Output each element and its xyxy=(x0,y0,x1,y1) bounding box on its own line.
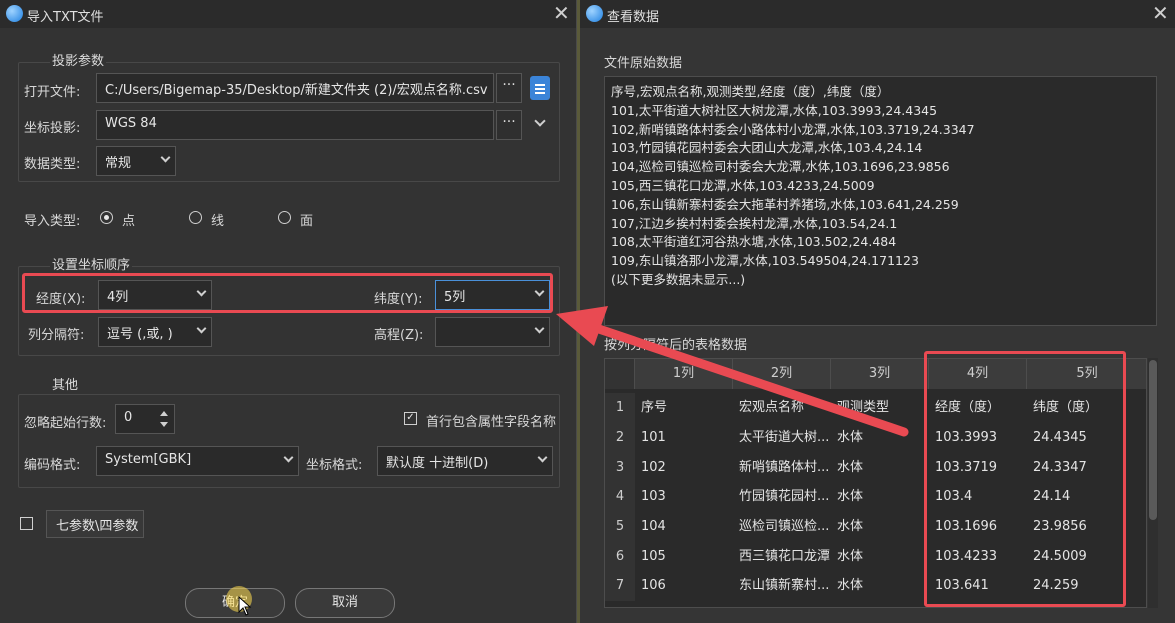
table-cell: 巡检司镇巡检... xyxy=(739,519,830,534)
coord-format-label: 坐标格式: xyxy=(306,458,363,473)
table-cell: 水体 xyxy=(837,578,864,593)
radio-line[interactable] xyxy=(189,211,202,224)
app-logo-icon xyxy=(6,5,23,22)
table-cell: 水体 xyxy=(837,519,864,534)
elevation-select[interactable] xyxy=(435,317,550,347)
browse-file-button[interactable]: ··· xyxy=(496,73,522,103)
radio-polygon[interactable] xyxy=(278,211,291,224)
row-number: 3 xyxy=(605,453,635,483)
row-number: 7 xyxy=(605,571,635,601)
crs-browse-button[interactable]: ··· xyxy=(496,110,522,140)
data-type-select[interactable]: 常规 xyxy=(96,146,176,176)
radio-line-label: 线 xyxy=(211,214,225,229)
lon-lat-columns-highlight-box xyxy=(924,351,1126,607)
data-type-label: 数据类型: xyxy=(24,157,81,172)
separator-label: 列分隔符: xyxy=(28,328,85,343)
table-cell: 水体 xyxy=(837,549,864,564)
encoding-value: System[GBK] xyxy=(105,452,192,467)
raw-line: 101,太平街道大树社区大树龙潭,水体,103.3993,24.4345 xyxy=(611,102,938,118)
raw-line: 序号,宏观点名称,观测类型,经度（度）,纬度（度） xyxy=(611,84,890,99)
raw-line: 109,东山镇洛那小龙潭,水体,103.549504,24.171123 xyxy=(611,253,919,269)
scrollbar-thumb[interactable] xyxy=(1149,360,1157,520)
raw-line: 103,竹园镇花园村委会大团山大龙潭,水体,103.4,24.14 xyxy=(611,140,923,156)
table-cell: 水体 xyxy=(837,460,864,475)
table-cell: 新哨镇路体村... xyxy=(739,460,830,475)
seven-params-button[interactable]: 七参数\四参数 xyxy=(46,510,144,538)
coord-format-select[interactable]: 默认度 十进制(D) xyxy=(377,446,553,476)
encoding-label: 编码格式: xyxy=(24,458,81,473)
projection-group-label: 投影参数 xyxy=(50,50,107,69)
close-icon[interactable]: ✕ xyxy=(553,2,570,24)
coord-order-group-label: 设置坐标顺序 xyxy=(50,254,133,273)
mouse-cursor-icon xyxy=(238,596,252,616)
left-dialog-title: 导入TXT文件 xyxy=(27,10,104,25)
raw-line: 108,太平街道红河谷热水塘,水体,103.502,24.484 xyxy=(611,234,897,250)
raw-line: (以下更多数据未显示...) xyxy=(611,271,746,287)
chevron-down-icon xyxy=(534,323,545,334)
chevron-down-icon xyxy=(283,452,294,463)
app-logo-icon xyxy=(586,5,603,22)
table-cell: 105 xyxy=(641,549,666,564)
elevation-label: 高程(Z): xyxy=(374,328,424,343)
right-title-bar[interactable]: 查看数据 ✕ xyxy=(580,0,1175,28)
row-number: 6 xyxy=(605,542,635,572)
table-cell: 竹园镇花园村... xyxy=(739,489,830,504)
close-icon[interactable]: ✕ xyxy=(1152,2,1169,24)
skip-rows-label: 忽略起始行数: xyxy=(24,416,107,431)
radio-point-label: 点 xyxy=(122,214,136,229)
row-number: 5 xyxy=(605,512,635,542)
raw-line: 106,东山镇新寨村委会大拖革村养猪场,水体,103.641,24.259 xyxy=(611,196,959,212)
other-group-label: 其他 xyxy=(50,374,81,393)
raw-line: 104,巡检司镇巡检司村委会大龙潭,水体,103.1696,23.9856 xyxy=(611,159,950,175)
import-type-label: 导入类型: xyxy=(24,214,81,229)
radio-point[interactable] xyxy=(100,211,113,224)
raw-data-box[interactable]: 序号,宏观点名称,观测类型,经度（度）,纬度（度） 101,太平街道大树社区大树… xyxy=(604,76,1157,326)
table-cell: 102 xyxy=(641,460,666,475)
chevron-down-icon xyxy=(537,452,548,463)
table-cell: 103 xyxy=(641,489,666,504)
header-row-label: 首行包含属性字段名称 xyxy=(426,415,557,430)
left-title-bar[interactable]: 导入TXT文件 ✕ xyxy=(0,0,576,28)
header-row-checkbox[interactable]: ✓ xyxy=(404,412,417,425)
skip-rows-spinbox[interactable]: 0 xyxy=(115,404,175,434)
seven-params-checkbox[interactable] xyxy=(20,517,33,530)
coord-format-value: 默认度 十进制(D) xyxy=(386,456,489,471)
row-number: 4 xyxy=(605,482,635,512)
table-cell: 106 xyxy=(641,578,666,593)
data-type-value: 常规 xyxy=(105,156,132,171)
raw-data-label: 文件原始数据 xyxy=(604,56,683,71)
chevron-down-icon xyxy=(160,152,171,163)
separator-value: 逗号 (,或, ) xyxy=(107,327,173,342)
crs-field[interactable]: WGS 84 xyxy=(96,110,494,140)
table-cell: 西三镇花口龙潭 xyxy=(739,549,831,564)
import-txt-dialog: 导入TXT文件 ✕ 投影参数 打开文件: C:/Users/Bigemap-35… xyxy=(0,0,577,623)
annotation-arrow-icon xyxy=(556,306,909,437)
right-dialog-title: 查看数据 xyxy=(607,10,660,25)
spin-down-icon[interactable] xyxy=(160,422,168,427)
raw-line: 102,新哨镇路体村委会小路体村小龙潭,水体,103.3719,24.3347 xyxy=(611,121,975,137)
file-path-field[interactable]: C:/Users/Bigemap-35/Desktop/新建文件夹 (2)/宏观… xyxy=(96,73,494,103)
raw-line: 105,西三镇花口龙潭,水体,103.4233,24.5009 xyxy=(611,177,875,193)
encoding-select[interactable]: System[GBK] xyxy=(96,446,299,476)
spin-up-icon[interactable] xyxy=(160,411,168,416)
chevron-down-icon xyxy=(196,323,207,334)
table-cell: 东山镇新寨村... xyxy=(739,578,830,593)
cancel-button[interactable]: 取消 xyxy=(295,588,395,618)
table-cell: 水体 xyxy=(837,489,864,504)
crs-label: 坐标投影: xyxy=(24,121,81,136)
table-cell: 104 xyxy=(641,519,666,534)
lon-lat-highlight-box xyxy=(22,273,553,313)
skip-rows-value: 0 xyxy=(124,410,133,425)
radio-polygon-label: 面 xyxy=(300,214,314,229)
separator-select[interactable]: 逗号 (,或, ) xyxy=(98,317,212,347)
table-scrollbar[interactable] xyxy=(1148,358,1158,608)
raw-line: 107,江边乡挨村村委会挨村龙潭,水体,103.54,24.1 xyxy=(611,215,898,231)
file-doc-icon[interactable] xyxy=(530,76,550,100)
open-file-label: 打开文件: xyxy=(24,85,81,100)
